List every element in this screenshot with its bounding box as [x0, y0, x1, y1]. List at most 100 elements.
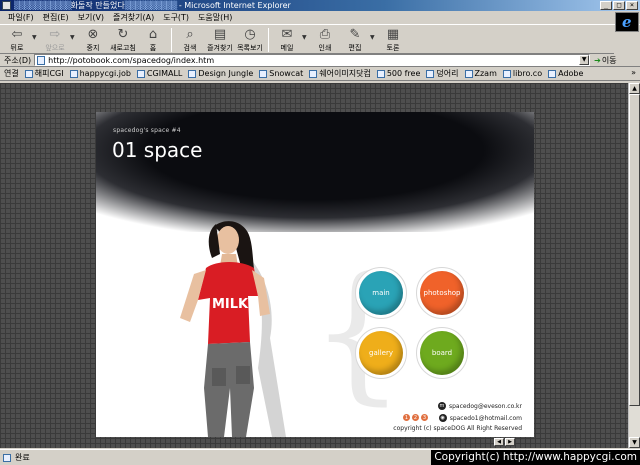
forward-button[interactable]: ⇨ 앞으로 — [40, 26, 70, 53]
title-dots-right: ▒▒▒▒▒▒▒▒▒▒ — [124, 1, 178, 10]
refresh-button[interactable]: ↻ 새로고침 — [108, 26, 138, 53]
link-item[interactable]: Adobe — [548, 69, 583, 78]
scroll-left-button[interactable]: ◀ — [494, 438, 504, 446]
go-arrow-icon: ➔ — [594, 55, 601, 65]
email-line-2[interactable]: ◉ spacedo1@hotmail.com — [438, 414, 522, 422]
menu-edit[interactable]: 편집(E) — [43, 12, 69, 23]
scroll-right-button[interactable]: ▶ — [505, 438, 515, 446]
link-item[interactable]: Design Jungle — [188, 69, 253, 78]
nav-gallery-button[interactable]: gallery — [355, 327, 407, 379]
address-dropdown-icon[interactable]: ▼ — [579, 55, 590, 65]
edit-button[interactable]: ✎ 편집 — [340, 26, 370, 53]
site-subtitle: spacedog's space #4 — [113, 127, 181, 134]
refresh-icon: ↻ — [117, 27, 129, 42]
discuss-button[interactable]: ▦ 토론 — [378, 26, 408, 53]
back-dropdown-icon[interactable]: ▼ — [32, 26, 40, 41]
link-item[interactable]: 쉐어이미지닷컴 — [309, 68, 371, 79]
edit-dropdown-icon[interactable]: ▼ — [370, 26, 378, 41]
close-button[interactable]: × — [626, 1, 638, 10]
home-icon: ⌂ — [148, 27, 158, 42]
watermark: Copyright(c) http://www.happycgi.com — [431, 450, 640, 465]
address-label: 주소(D) — [4, 55, 32, 65]
discuss-icon: ▦ — [386, 27, 400, 42]
back-arrow-icon: ⇦ — [11, 27, 23, 42]
link-page-icon — [376, 69, 385, 78]
mail-button[interactable]: ✉ 메일 — [272, 26, 302, 53]
link-page-icon — [426, 69, 435, 78]
link-page-icon — [464, 69, 473, 78]
site-title: 01 space — [112, 138, 203, 162]
page-dots: 1 2 3 — [403, 414, 428, 421]
link-item[interactable]: happycgi.job — [69, 69, 131, 78]
ie-throbber-logo — [615, 12, 639, 32]
scroll-up-icon[interactable]: ▲ — [629, 83, 640, 94]
forward-arrow-icon: ⇨ — [49, 27, 61, 42]
model-photo: MILK — [180, 221, 286, 437]
mail-dropdown-icon[interactable]: ▼ — [302, 26, 310, 41]
window-title-app: - Microsoft Internet Explorer — [176, 1, 291, 10]
shirt-text: MILK — [212, 297, 249, 312]
favorites-folder-icon: ▤ — [213, 27, 227, 42]
link-page-icon — [24, 69, 33, 78]
link-item[interactable]: CGIMALL — [136, 69, 182, 78]
search-icon: ⌕ — [186, 27, 194, 42]
link-item[interactable]: libro.co — [502, 69, 542, 78]
stop-icon: ⊗ — [87, 27, 99, 42]
link-page-icon — [188, 69, 197, 78]
link-item[interactable]: 해피CGI — [24, 68, 64, 79]
print-icon: ⎙ — [319, 27, 331, 42]
status-page-icon — [3, 453, 11, 462]
menu-favorites[interactable]: 즐겨찾기(A) — [113, 12, 154, 23]
standard-toolbar: ⇦ 뒤로 ▼ ⇨ 앞으로 ▼ ⊗ 중지 ↻ 새로고침 ⌂ 홈 ⌕ 검색 ▤ 즐겨… — [0, 26, 614, 54]
address-url: http://potobook.com/spacedog/index.htm — [48, 55, 215, 65]
print-button[interactable]: ⎙ 인쇄 — [310, 26, 340, 53]
email-2: spacedo1@hotmail.com — [449, 414, 522, 422]
nav-gallery-label: gallery — [359, 331, 403, 375]
links-label: 연결 — [4, 69, 19, 78]
page-dot[interactable]: 1 — [403, 414, 410, 421]
nav-main-button[interactable]: main — [355, 267, 407, 319]
forward-dropdown-icon[interactable]: ▼ — [70, 26, 78, 41]
toolbar-separator — [171, 28, 172, 52]
scroll-down-icon[interactable]: ▼ — [629, 437, 640, 448]
page-dot[interactable]: 2 — [412, 414, 419, 421]
stop-button[interactable]: ⊗ 중지 — [78, 26, 108, 53]
link-page-icon — [502, 69, 511, 78]
nav-board-button[interactable]: board — [416, 327, 468, 379]
ie-window-icon[interactable] — [2, 1, 11, 10]
vertical-scrollbar[interactable]: ▲ ▼ — [628, 83, 640, 448]
go-button[interactable]: ➔ 이동 — [594, 55, 616, 66]
site-frame: spacedog's space #4 01 space { MILK main… — [96, 112, 534, 437]
inner-scroll-controls: ◀ ▶ — [494, 438, 515, 446]
link-item[interactable]: 500 free — [376, 69, 420, 78]
page-dot[interactable]: 3 — [421, 414, 428, 421]
email-line-1[interactable]: m spacedog@eveson.co.kr — [437, 402, 522, 410]
favorites-button[interactable]: ▤ 즐겨찾기 — [205, 26, 235, 53]
maximize-button[interactable]: □ — [613, 1, 625, 10]
history-button[interactable]: ◷ 목록보기 — [235, 26, 265, 53]
menu-help[interactable]: 도움말(H) — [198, 12, 232, 23]
site-copyright: copyright (c) spaceDOG All Right Reserve… — [393, 425, 522, 432]
page-viewport: spacedog's space #4 01 space { MILK main… — [0, 83, 628, 448]
nav-photoshop-button[interactable]: photoshop — [416, 267, 468, 319]
search-button[interactable]: ⌕ 검색 — [175, 26, 205, 53]
link-page-icon — [309, 69, 318, 78]
nav-photoshop-label: photoshop — [420, 271, 464, 315]
link-item[interactable]: Zzam — [464, 69, 497, 78]
scroll-thumb[interactable] — [629, 94, 640, 406]
home-button[interactable]: ⌂ 홈 — [138, 26, 168, 53]
menu-tools[interactable]: 도구(T) — [163, 12, 189, 23]
address-input[interactable]: http://potobook.com/spacedog/index.htm ▼ — [34, 54, 591, 66]
page-icon — [37, 55, 46, 65]
minimize-button[interactable]: _ — [600, 1, 612, 10]
mail-bullet-icon: m — [437, 402, 446, 410]
menu-view[interactable]: 보기(V) — [78, 12, 104, 23]
link-item[interactable]: Snowcat — [259, 69, 303, 78]
menu-file[interactable]: 파일(F) — [8, 12, 34, 23]
toolbar-separator — [268, 28, 269, 52]
window-titlebar: ▒▒▒▒▒▒▒▒▒▒▒화돌작 만들었다▒▒▒▒▒▒▒▒▒▒ - Microsof… — [0, 0, 640, 11]
email-1: spacedog@eveson.co.kr — [448, 402, 522, 410]
links-more-chevron[interactable]: » — [631, 68, 636, 77]
back-button[interactable]: ⇦ 뒤로 — [2, 26, 32, 53]
link-item[interactable]: 덩어리 — [426, 68, 459, 79]
